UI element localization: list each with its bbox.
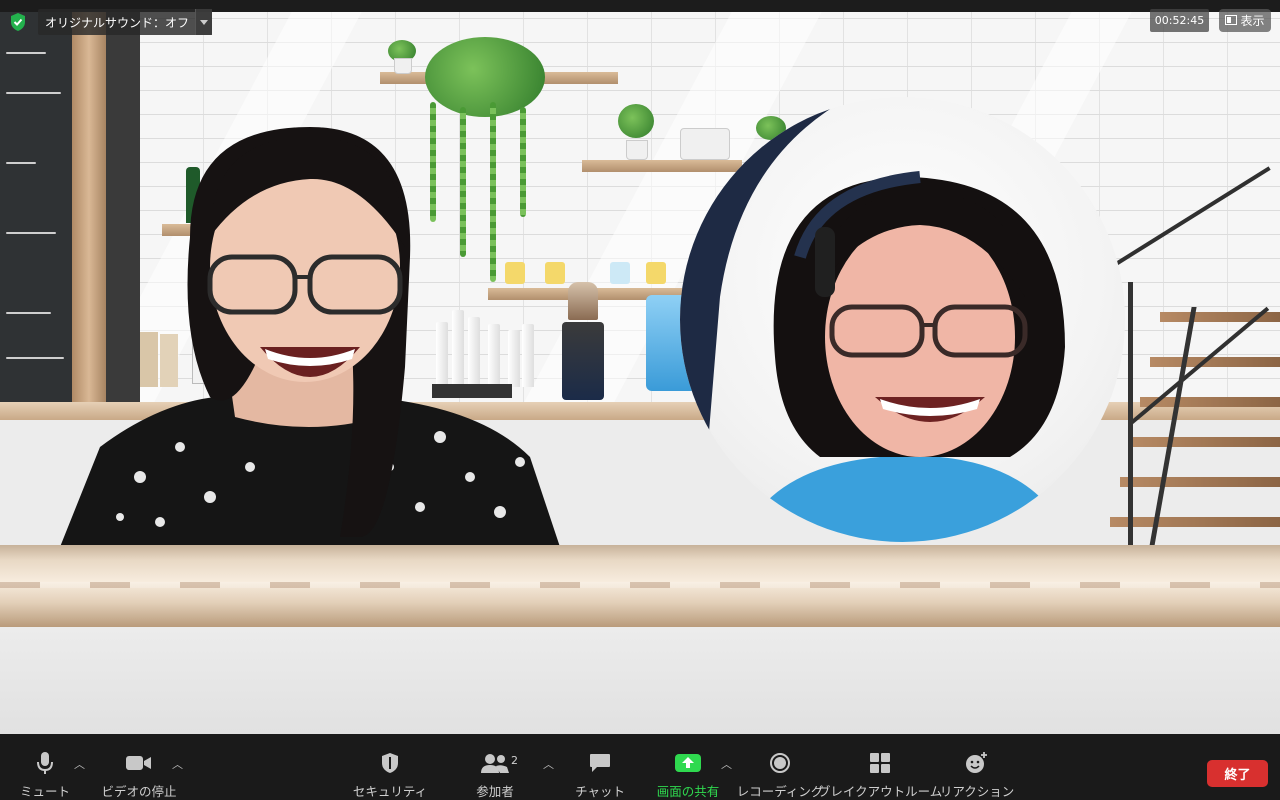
microphone-icon [37,750,53,775]
original-sound-toggle[interactable]: オリジナルサウンド：オフ [38,9,213,35]
view-icon [1225,14,1238,28]
people-icon [481,750,509,775]
staircase [1098,166,1280,562]
participants-label: 参加者 [476,784,514,799]
grid-icon [869,750,891,775]
security-label: セキュリティ [352,784,428,799]
participant-video-1 [60,127,560,547]
end-meeting-button[interactable]: 終了 [1207,760,1268,787]
counter-front-panel [0,627,1280,734]
shelf-plant [618,104,654,138]
participants-count: 2 [511,754,518,767]
mute-label: ミュート [20,784,71,799]
caret-up-icon[interactable]: ︿ [721,756,732,772]
caret-up-icon[interactable]: ︿ [543,756,554,772]
video-scene [0,12,1280,734]
shield-icon [381,750,399,775]
caret-up-icon[interactable]: ︿ [74,756,85,772]
chat-bubble-icon [589,750,611,775]
plant-pot [394,58,412,74]
chat-label: チャット [575,784,625,799]
meeting-info-bar: オリジナルサウンド：オフ [8,9,213,35]
participants-button[interactable]: 参加者 [472,734,518,800]
record-icon [769,750,791,775]
security-button[interactable]: セキュリティ [353,734,427,800]
recording-button[interactable]: レコーディング [737,734,823,800]
mute-button[interactable]: ミュート [20,734,71,800]
share-screen-button[interactable]: 画面の共有 [654,734,722,800]
share-screen-label: 画面の共有 [656,784,720,799]
share-screen-icon [675,750,701,775]
smiley-add-icon [965,750,989,775]
original-sound-label[interactable]: オリジナルサウンド：オフ [38,14,195,31]
chat-button[interactable]: チャット [575,734,625,800]
reactions-label: リアクション [939,784,1015,799]
meeting-timer: 00:52:45 [1150,9,1209,32]
stop-video-button[interactable]: ビデオの停止 [101,734,177,800]
chevron-down-icon[interactable] [195,9,213,35]
hanging-plant [425,37,545,117]
view-label: 表示 [1240,14,1265,28]
meeting-toolbar: ミュート ︿ ビデオの停止 ︿ セキュリティ 参加者 2 ︿ チャット 画面の共… [0,734,1280,800]
video-camera-icon [126,750,152,775]
view-button[interactable]: 表示 [1219,9,1271,32]
stop-video-label: ビデオの停止 [101,784,177,799]
shield-check-icon[interactable] [8,12,28,32]
coffee-grinder [562,282,604,400]
recording-label: レコーディング [736,784,824,799]
participant-video-2 [680,97,1125,542]
breakout-rooms-label: ブレイクアウトルーム [817,784,943,799]
caret-up-icon[interactable]: ︿ [172,756,183,772]
reactions-button[interactable]: リアクション [940,734,1014,800]
breakout-rooms-button[interactable]: ブレイクアウトルーム [818,734,942,800]
